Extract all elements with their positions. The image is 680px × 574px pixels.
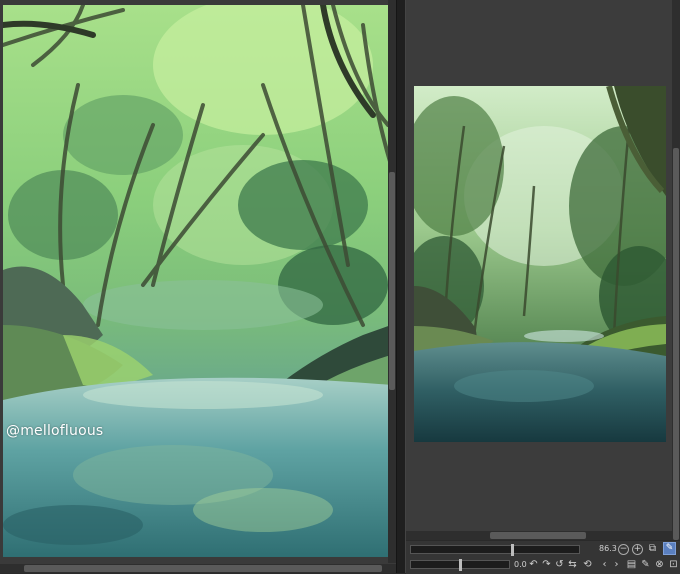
canvas-vertical-scroll-thumb[interactable] [389,172,395,390]
zoom-slider[interactable] [410,544,580,556]
history-icon[interactable]: ⟲ [582,559,593,570]
zoom-in-icon[interactable]: + [632,544,643,555]
pin-icon[interactable]: ⊡ [668,559,679,570]
canvas-vertical-scrollbar[interactable] [388,0,396,563]
reset-rotation-icon[interactable]: ↺ [554,559,565,570]
canvas-horizontal-scroll-thumb[interactable] [24,565,382,572]
flip-horizontal-icon[interactable]: ⇆ [567,559,578,570]
subview-horizontal-scrollbar[interactable] [406,531,672,540]
navigator-controls: 86.3 − + ⧉ ✎ 0.0 ↶ ↷ ↺ ⇆ ⟲ ‹ › ▤ ✎ ⊗ ⊡ [406,540,680,574]
next-image-icon[interactable]: › [611,559,622,570]
canvas-window: @mellofluous [0,0,396,573]
subview-vertical-scrollbar[interactable] [672,0,680,540]
zoom-out-icon[interactable]: − [618,544,629,555]
pen-tool-button[interactable]: ✎ [663,542,676,555]
rotate-left-icon[interactable]: ↶ [528,559,539,570]
rotation-slider-knob[interactable] [459,559,462,571]
rotation-slider[interactable] [410,559,510,571]
artist-watermark: @mellofluous [6,423,104,439]
previous-image-icon[interactable]: ‹ [599,559,610,570]
image-edit-icon[interactable]: ✎ [640,559,651,570]
open-folder-icon[interactable]: ▤ [626,559,637,570]
rotation-value: 0.0 [514,560,527,569]
subview-horizontal-scroll-thumb[interactable] [490,532,586,539]
zoom-slider-knob[interactable] [511,544,514,556]
painting-canvas[interactable] [3,5,391,557]
fit-view-icon[interactable]: ⧉ [647,543,658,554]
rotate-right-icon[interactable]: ↷ [541,559,552,570]
reference-image[interactable] [414,86,666,442]
pane-divider[interactable] [396,0,406,573]
delete-image-icon[interactable]: ⊗ [654,559,665,570]
zoom-value: 86.3 [599,544,617,553]
subview-vertical-scroll-thumb[interactable] [673,148,679,540]
canvas-horizontal-scrollbar[interactable] [0,564,396,573]
